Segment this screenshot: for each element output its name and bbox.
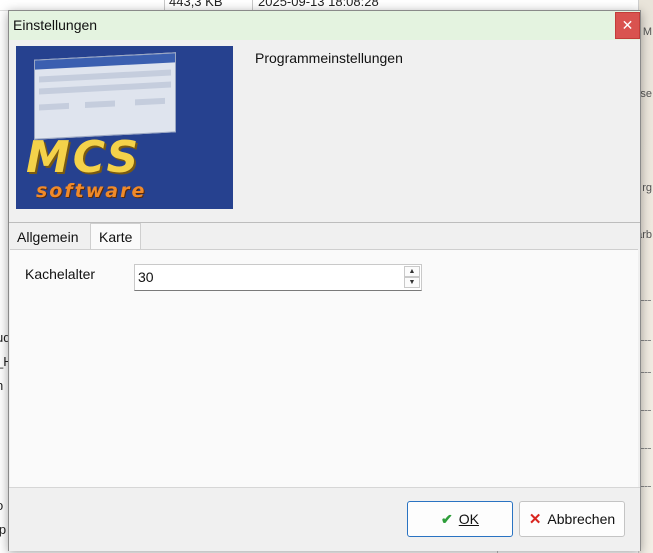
check-icon: ✔: [441, 510, 453, 527]
spin-buttons: ▲ ▼: [404, 266, 420, 289]
cancel-button[interactable]: ✕ Abbrechen: [519, 501, 625, 537]
map-grid-line: [641, 448, 651, 449]
cancel-label: Abbrechen: [547, 511, 616, 527]
logo-subtext: software: [36, 180, 147, 202]
column-divider: [164, 0, 165, 10]
map-label: M: [642, 26, 652, 38]
dialog-title: Einstellungen: [13, 17, 98, 33]
map-label: rg: [642, 182, 652, 194]
list-fragment: o: [0, 498, 3, 513]
dialog-titlebar[interactable]: Einstellungen ✕: [9, 11, 640, 40]
caret-down-icon: ▼: [408, 279, 416, 286]
close-button[interactable]: ✕: [615, 12, 640, 39]
kachelalter-value[interactable]: 30: [138, 269, 154, 285]
size-cell: 443,3 KB: [169, 0, 223, 9]
date-cell: 2025-09-13 18:08:28: [258, 0, 379, 9]
dialog-header: MCS software Programmeinstellungen: [9, 40, 640, 223]
spin-up-button[interactable]: ▲: [404, 266, 420, 277]
map-grid-line: [641, 340, 651, 341]
tab-allgemein[interactable]: Allgemein: [13, 226, 82, 248]
map-grid-line: [641, 410, 651, 411]
ok-button[interactable]: ✔ OK: [407, 501, 513, 537]
map-label: se: [640, 88, 652, 100]
list-fragment: n: [0, 378, 3, 393]
kachelalter-spinbox[interactable]: 30 ▲ ▼: [134, 264, 422, 291]
x-icon: ✕: [528, 511, 542, 528]
logo-text: MCS: [26, 132, 142, 183]
mcs-software-logo: MCS software: [16, 46, 233, 209]
karte-tab-panel: Kachelalter 30 ▲ ▼: [10, 249, 638, 487]
settings-dialog: Einstellungen ✕ MCS software Programmein…: [8, 10, 641, 551]
ok-label: OK: [458, 511, 479, 527]
column-divider: [252, 0, 253, 10]
tab-karte[interactable]: Karte: [90, 223, 142, 250]
close-icon: ✕: [621, 17, 634, 33]
map-grid-line: [641, 372, 651, 373]
map-grid-line: [641, 486, 651, 487]
spin-down-button[interactable]: ▼: [404, 277, 420, 288]
dialog-footer: ✔ OK ✕ Abbrechen: [9, 487, 640, 551]
caret-up-icon: ▲: [408, 268, 416, 275]
map-grid-line: [641, 300, 651, 301]
kachelalter-label: Kachelalter: [25, 266, 96, 282]
logo-screenshot-graphic: [34, 52, 176, 140]
list-fragment: ip: [0, 522, 7, 537]
header-title: Programmeinstellungen: [255, 50, 403, 66]
tab-bar: Allgemein Karte: [9, 222, 640, 250]
